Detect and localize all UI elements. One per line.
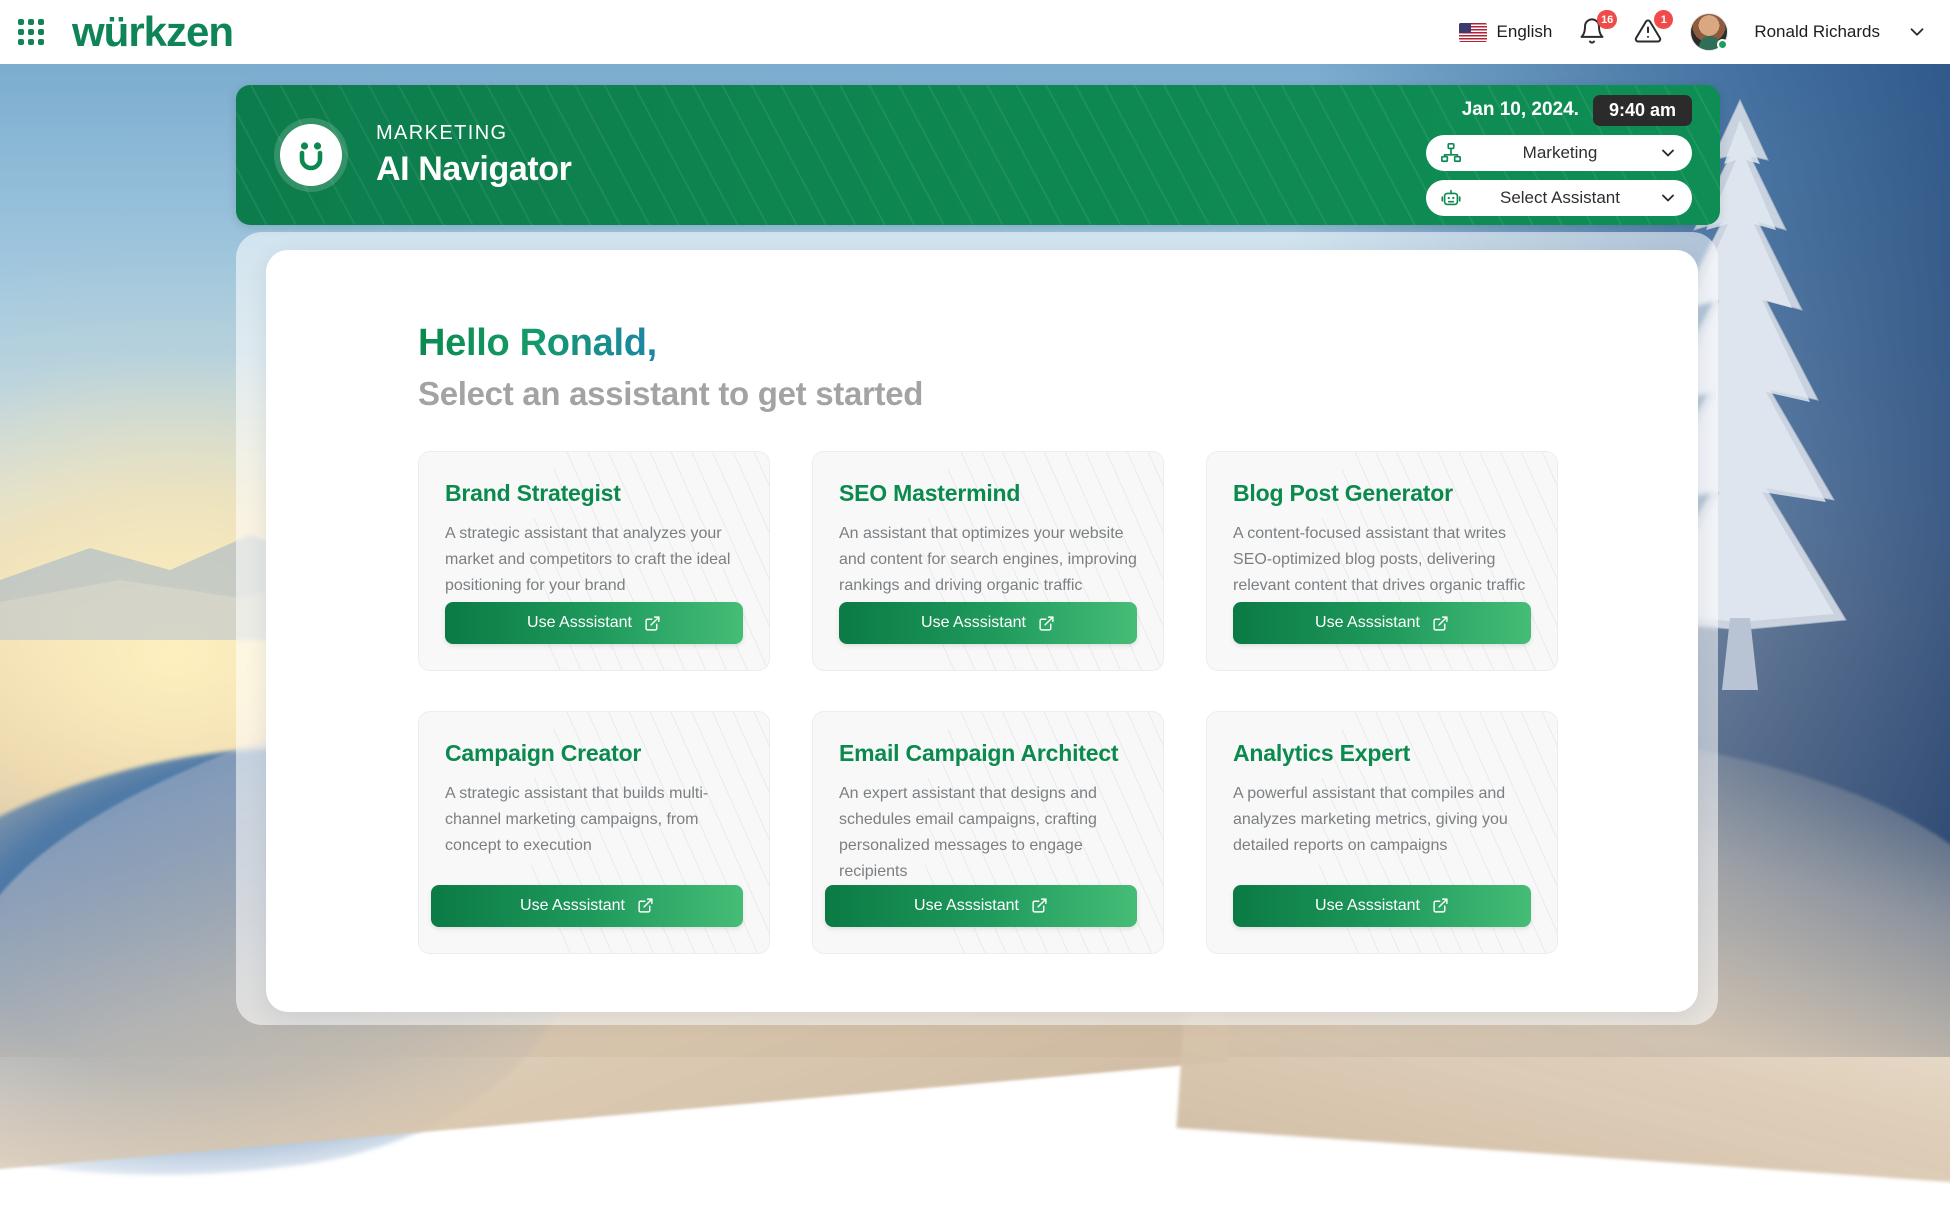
use-assistant-label: Use Asssistant — [1315, 897, 1420, 915]
alerts-button[interactable]: 1 — [1634, 17, 1664, 47]
chevron-down-icon — [1658, 188, 1678, 208]
assistant-cards-grid: Brand Strategist A strategic assistant t… — [418, 451, 1548, 954]
use-assistant-label: Use Asssistant — [527, 614, 632, 632]
assistant-card-title: Campaign Creator — [445, 740, 743, 767]
user-menu-button[interactable] — [1906, 21, 1928, 43]
external-link-icon — [1038, 615, 1055, 632]
assistant-card-description: A content-focused assistant that writes … — [1233, 521, 1531, 599]
brand-logo[interactable]: würkzen — [72, 11, 233, 53]
current-date: Jan 10, 2024. — [1462, 99, 1579, 121]
use-assistant-button[interactable]: Use Asssistant — [1233, 885, 1531, 927]
use-assistant-button[interactable]: Use Asssistant — [431, 885, 743, 927]
external-link-icon — [637, 897, 654, 914]
assistant-card-title: SEO Mastermind — [839, 480, 1137, 507]
use-assistant-label: Use Asssistant — [1315, 614, 1420, 632]
banner-controls: Jan 10, 2024. 9:40 am Marketing Selec — [1426, 95, 1692, 216]
external-link-icon — [1432, 897, 1449, 914]
external-link-icon — [1432, 615, 1449, 632]
wurkzen-smiley-logo — [274, 118, 348, 192]
assistant-card-blog-post-generator[interactable]: Blog Post Generator A content-focused as… — [1206, 451, 1558, 671]
assistant-card-description: A strategic assistant that builds multi-… — [445, 781, 743, 859]
chevron-down-icon — [1906, 21, 1928, 43]
assistant-card-campaign-creator[interactable]: Campaign Creator A strategic assistant t… — [418, 711, 770, 954]
grid-apps-icon[interactable] — [14, 15, 48, 49]
online-status-dot — [1717, 39, 1728, 50]
use-assistant-label: Use Asssistant — [520, 897, 625, 915]
assistant-card-title: Brand Strategist — [445, 480, 743, 507]
assistant-card-email-campaign-architect[interactable]: Email Campaign Architect An expert assis… — [812, 711, 1164, 954]
smiley-u-icon — [291, 135, 331, 175]
use-assistant-button[interactable]: Use Asssistant — [839, 602, 1137, 644]
alerts-badge: 1 — [1654, 10, 1673, 29]
org-chart-icon — [1440, 142, 1462, 164]
avatar[interactable] — [1690, 13, 1728, 51]
department-value: Marketing — [1462, 143, 1658, 163]
use-assistant-label: Use Asssistant — [914, 897, 1019, 915]
greeting-block: Hello Ronald, Select an assistant to get… — [418, 322, 1698, 413]
department-select[interactable]: Marketing — [1426, 135, 1692, 171]
assistant-card-description: A strategic assistant that analyzes your… — [445, 521, 743, 599]
use-assistant-label: Use Asssistant — [921, 614, 1026, 632]
assistant-card-seo-mastermind[interactable]: SEO Mastermind An assistant that optimiz… — [812, 451, 1164, 671]
external-link-icon — [644, 615, 661, 632]
assistant-card-description: An assistant that optimizes your website… — [839, 521, 1137, 599]
notifications-badge: 16 — [1597, 10, 1617, 29]
use-assistant-button[interactable]: Use Asssistant — [445, 602, 743, 644]
banner-datetime: Jan 10, 2024. 9:40 am — [1462, 95, 1692, 126]
use-assistant-button[interactable]: Use Asssistant — [1233, 602, 1531, 644]
external-link-icon — [1031, 897, 1048, 914]
assistant-value: Select Assistant — [1462, 188, 1658, 208]
assistant-card-analytics-expert[interactable]: Analytics Expert A powerful assistant th… — [1206, 711, 1558, 954]
robot-icon — [1440, 187, 1462, 209]
language-selector[interactable]: English — [1459, 22, 1553, 42]
banner-kicker: MARKETING — [376, 120, 571, 146]
ai-navigator-banner: MARKETING AI Navigator Jan 10, 2024. 9:4… — [236, 85, 1720, 225]
banner-titles: MARKETING AI Navigator — [376, 120, 571, 191]
topbar-actions: English 16 1 Ronald Richards — [1459, 13, 1950, 51]
user-name-label[interactable]: Ronald Richards — [1754, 22, 1880, 42]
assistant-card-title: Email Campaign Architect — [839, 740, 1137, 767]
language-label: English — [1497, 22, 1553, 42]
assistant-card-title: Analytics Expert — [1233, 740, 1531, 767]
page-title: AI Navigator — [376, 148, 571, 191]
greeting-hello: Hello Ronald, — [418, 322, 657, 365]
assistant-card-description: An expert assistant that designs and sch… — [839, 781, 1137, 885]
greeting-subtitle: Select an assistant to get started — [418, 375, 1698, 413]
assistant-select[interactable]: Select Assistant — [1426, 180, 1692, 216]
assistant-card-title: Blog Post Generator — [1233, 480, 1531, 507]
assistant-card-description: A powerful assistant that compiles and a… — [1233, 781, 1531, 859]
use-assistant-button[interactable]: Use Asssistant — [825, 885, 1137, 927]
assistants-panel: Hello Ronald, Select an assistant to get… — [266, 250, 1698, 1012]
assistant-card-brand-strategist[interactable]: Brand Strategist A strategic assistant t… — [418, 451, 770, 671]
chevron-down-icon — [1658, 143, 1678, 163]
current-time: 9:40 am — [1593, 95, 1692, 126]
top-navigation-bar: würkzen English 16 1 Ronald Richard — [0, 0, 1950, 64]
us-flag-icon — [1459, 23, 1487, 42]
notifications-button[interactable]: 16 — [1578, 17, 1608, 47]
